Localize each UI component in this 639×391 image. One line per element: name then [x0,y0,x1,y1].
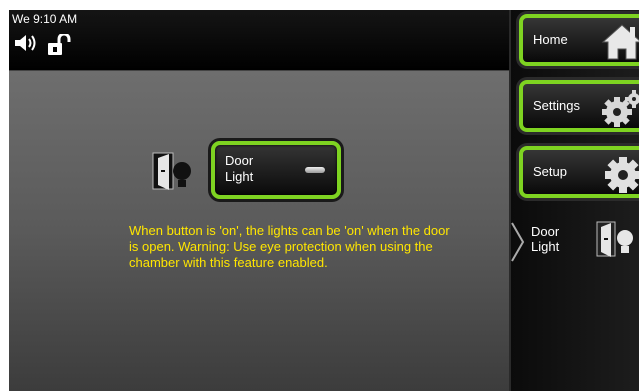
unlocked-padlock-icon [47,32,73,61]
gear-icon [601,154,639,201]
sidebar: Home Settings Setup Door Light [509,10,639,391]
speaker-icon [14,34,38,61]
home-icon [601,22,639,67]
current-page-indicator: Door Light [511,216,639,272]
current-page-label: Door Light [531,224,560,254]
door-light-toggle-label: Door Light [225,153,254,184]
toggle-state-indicator [305,167,325,173]
door-light-toggle-button[interactable]: Door Light [211,141,341,199]
main-panel: Door Light When button is 'on', the ligh… [9,70,509,391]
settings-button-label: Settings [533,98,580,113]
status-icons [14,32,73,61]
setup-button-label: Setup [533,164,567,179]
door-light-icon [595,218,639,267]
home-button-label: Home [533,32,568,47]
setup-button[interactable]: Setup [519,146,639,198]
clock: We 9:10 AM [12,12,78,26]
home-button[interactable]: Home [519,14,639,66]
status-bar: We 9:10 AM [9,10,509,70]
chevron-right-icon [511,222,525,267]
door-light-icon [151,149,199,198]
device-screen: We 9:10 AM Door Light When button is 'on… [9,10,639,391]
gears-icon [599,88,639,135]
help-text: When button is 'on', the lights can be '… [129,223,450,270]
settings-button[interactable]: Settings [519,80,639,132]
